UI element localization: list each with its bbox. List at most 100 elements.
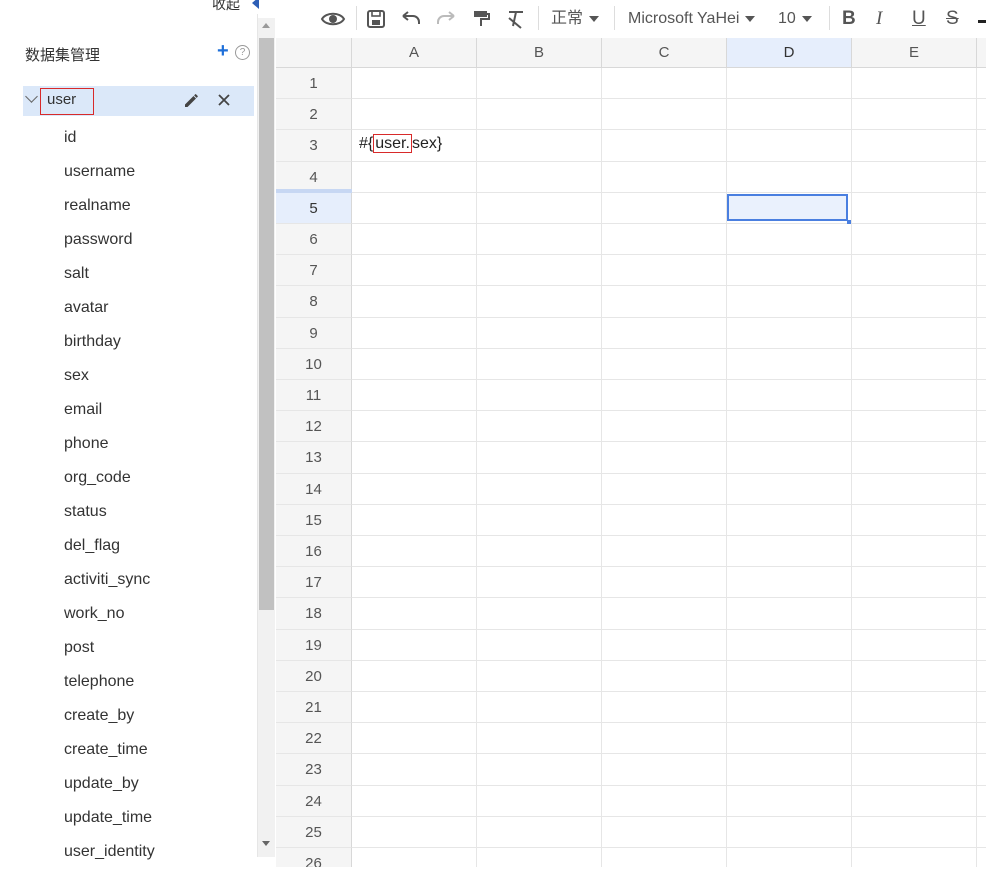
field-item[interactable]: org_code (64, 464, 155, 498)
row-gridline (352, 441, 986, 443)
field-item[interactable]: avatar (64, 294, 155, 328)
font-size-value: 10 (778, 10, 796, 27)
font-family-value: Microsoft YaHei (628, 10, 740, 27)
row-header-22[interactable]: 22 (276, 723, 352, 755)
row-header-12[interactable]: 12 (276, 411, 352, 443)
row-header-23[interactable]: 23 (276, 754, 352, 786)
bold-button[interactable]: B (842, 8, 856, 30)
dataset-row[interactable]: user (23, 86, 254, 116)
column-header-C[interactable]: C (602, 38, 727, 68)
field-item[interactable]: create_time (64, 736, 155, 770)
row-gridline (352, 597, 986, 599)
caret-down-icon (801, 15, 812, 22)
row-header-6[interactable]: 6 (276, 224, 352, 256)
row-gridline (352, 722, 986, 724)
chevron-down-icon[interactable] (25, 90, 38, 103)
cell-text-boxed: user. (373, 134, 412, 153)
row-header-26[interactable]: 26 (276, 848, 352, 867)
row-header-11[interactable]: 11 (276, 380, 352, 412)
italic-button[interactable]: I (876, 8, 882, 30)
font-size-select[interactable]: 10 (778, 8, 812, 30)
save-icon[interactable] (366, 8, 386, 30)
cell-text-suffix: sex} (411, 135, 443, 152)
row-header-16[interactable]: 16 (276, 536, 352, 568)
field-item[interactable]: id (64, 124, 155, 158)
field-item[interactable]: update_time (64, 804, 155, 838)
style-select-value: 正常 (551, 10, 584, 27)
row-header-21[interactable]: 21 (276, 692, 352, 724)
panel-scrollbar[interactable] (258, 18, 275, 857)
row-header-15[interactable]: 15 (276, 504, 352, 536)
row-header-1[interactable]: 1 (276, 68, 352, 100)
row-header-10[interactable]: 10 (276, 348, 352, 380)
field-item[interactable]: del_flag (64, 532, 155, 566)
row-header-9[interactable]: 9 (276, 317, 352, 349)
format-painter-icon[interactable] (471, 8, 491, 30)
cell-A3[interactable]: #{user. sex} (359, 134, 443, 153)
field-item[interactable]: sex (64, 362, 155, 396)
row-gridline (352, 160, 986, 162)
field-item[interactable]: work_no (64, 600, 155, 634)
field-item[interactable]: salt (64, 260, 155, 294)
row-header-5[interactable]: 5 (276, 192, 352, 224)
field-item[interactable]: telephone (64, 668, 155, 702)
scroll-up-icon[interactable] (262, 23, 270, 28)
strikethrough-button[interactable]: S (946, 8, 959, 30)
field-item[interactable]: realname (64, 192, 155, 226)
spreadsheet-grid[interactable]: ABCDE 1 2 3 4 5 6 7 8 9 10 11 12 13 14 15 16 17 18 19 20 21 2… (276, 38, 986, 867)
fill-handle[interactable] (847, 220, 851, 224)
style-select[interactable]: 正常 (551, 8, 600, 30)
row-header-17[interactable]: 17 (276, 567, 352, 599)
column-header-D[interactable]: D (727, 38, 852, 68)
row-header-19[interactable]: 19 (276, 629, 352, 661)
field-item[interactable]: update_by (64, 770, 155, 804)
row-gridline (352, 503, 986, 505)
column-header-A[interactable]: A (352, 38, 477, 68)
select-all-corner[interactable] (276, 38, 352, 68)
field-item[interactable]: birthday (64, 328, 155, 362)
row-gridline (352, 566, 986, 568)
field-item[interactable]: password (64, 226, 155, 260)
column-header-E[interactable]: E (852, 38, 977, 68)
row-header-2[interactable]: 2 (276, 99, 352, 131)
scroll-down-icon[interactable] (262, 841, 270, 846)
row-header-25[interactable]: 25 (276, 816, 352, 848)
row-header-3[interactable]: 3 (276, 130, 352, 162)
edit-icon[interactable] (183, 91, 201, 109)
help-icon[interactable]: ? (235, 45, 250, 60)
row-header-7[interactable]: 7 (276, 255, 352, 287)
add-dataset-icon[interactable]: + (217, 41, 229, 61)
undo-icon[interactable] (399, 8, 423, 30)
row-resize-indicator[interactable] (276, 189, 352, 193)
field-item[interactable]: username (64, 158, 155, 192)
row-gridline (352, 98, 986, 100)
row-gridline (352, 847, 986, 848)
font-color-icon[interactable] (978, 20, 986, 23)
close-icon[interactable] (215, 91, 233, 109)
field-item[interactable]: status (64, 498, 155, 532)
row-header-8[interactable]: 8 (276, 286, 352, 318)
preview-eye-icon[interactable] (320, 8, 346, 30)
font-family-select[interactable]: Microsoft YaHei (628, 8, 756, 30)
row-header-18[interactable]: 18 (276, 598, 352, 630)
field-item[interactable]: create_by (64, 702, 155, 736)
scrollbar-thumb[interactable] (259, 38, 274, 610)
column-header-overflow[interactable] (977, 38, 986, 68)
row-header-13[interactable]: 13 (276, 442, 352, 474)
column-header-B[interactable]: B (477, 38, 602, 68)
selected-cell-D5[interactable] (727, 194, 848, 221)
row-header-24[interactable]: 24 (276, 785, 352, 817)
clear-format-icon[interactable] (505, 8, 527, 30)
collapse-arrow-icon[interactable] (252, 0, 259, 9)
row-gridline (352, 191, 986, 193)
field-item[interactable]: post (64, 634, 155, 668)
row-header-20[interactable]: 20 (276, 660, 352, 692)
field-item[interactable]: phone (64, 430, 155, 464)
redo-icon[interactable] (434, 8, 458, 30)
underline-button[interactable]: U (912, 8, 926, 30)
field-item[interactable]: email (64, 396, 155, 430)
field-item[interactable]: activiti_sync (64, 566, 155, 600)
collapse-label[interactable]: 收起 (212, 0, 240, 14)
row-gridline (352, 223, 986, 224)
row-header-14[interactable]: 14 (276, 473, 352, 505)
